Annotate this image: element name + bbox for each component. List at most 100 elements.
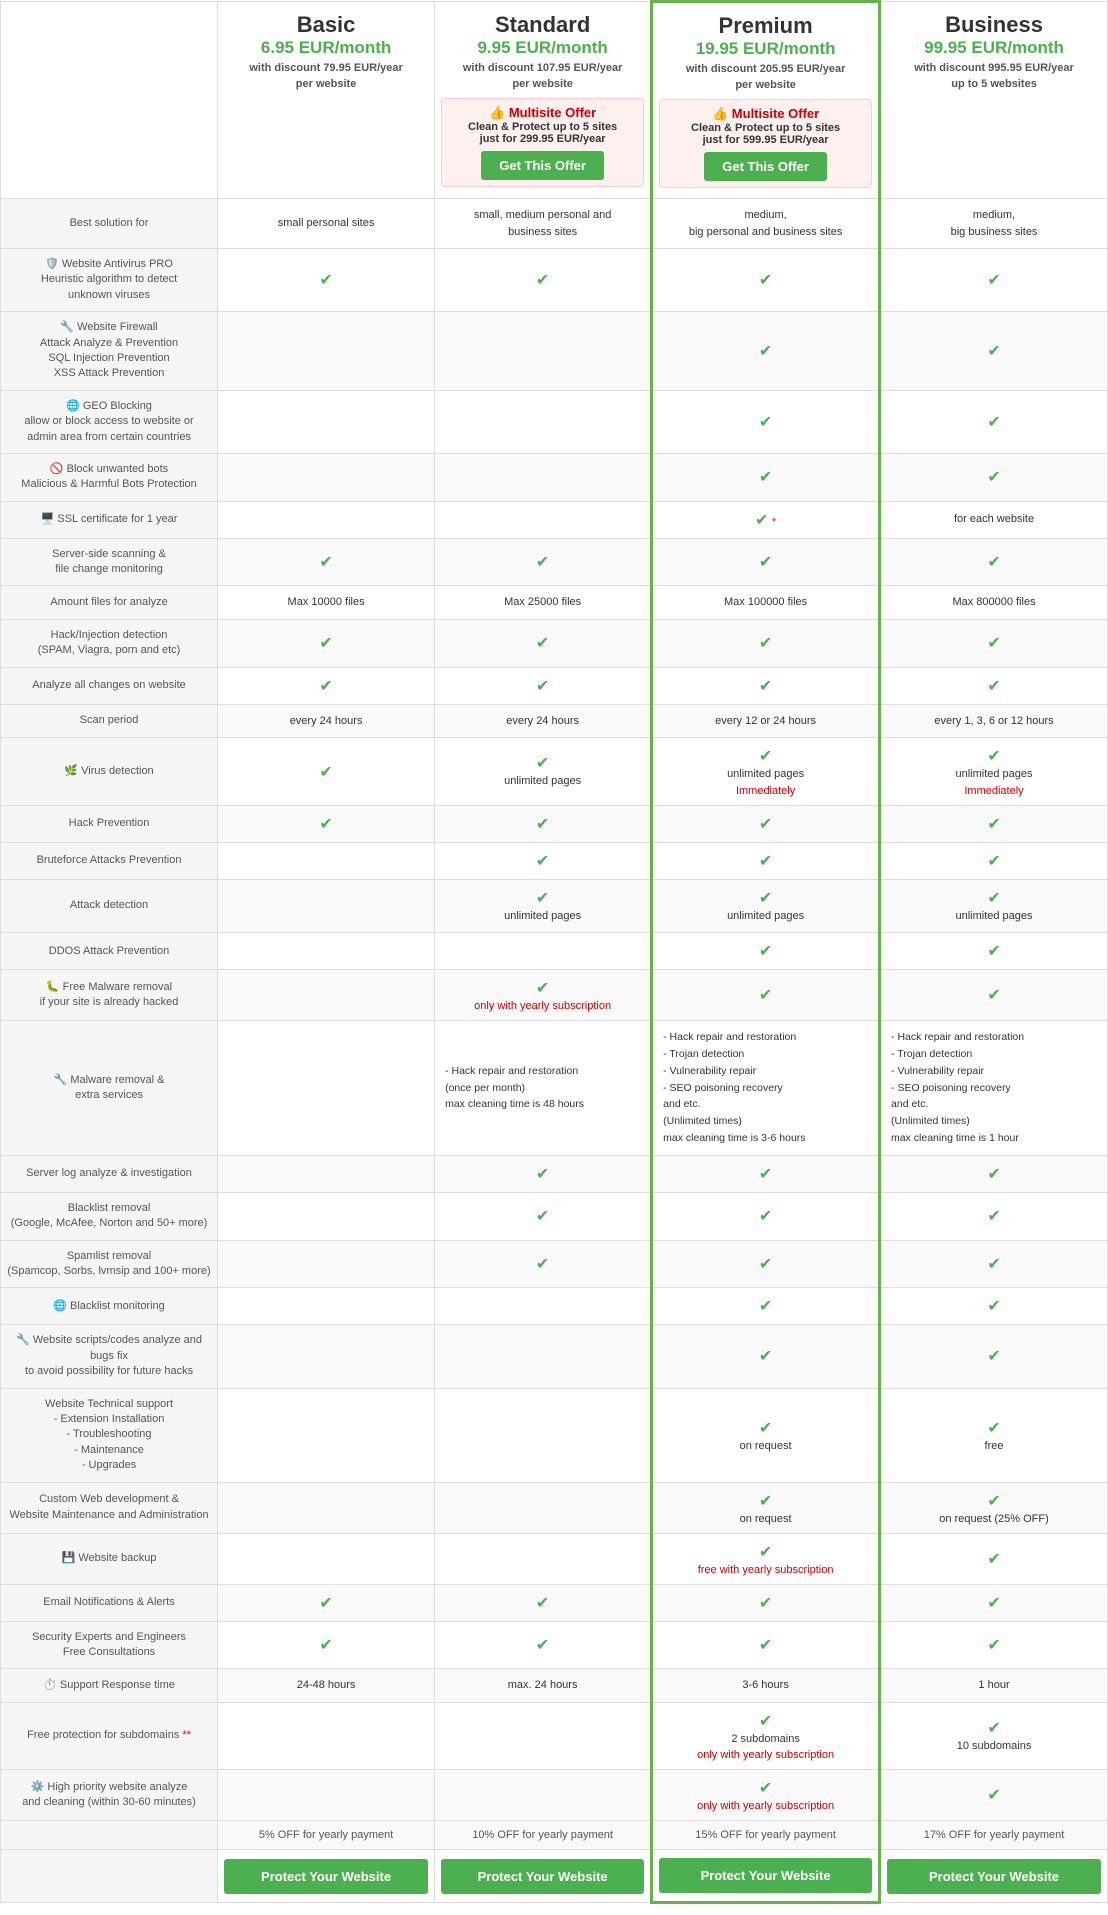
standard-multisite-price: just for 299.95 EUR/year: [448, 133, 637, 145]
standard-multisite-offer: 👍 Multisite Offer Clean & Protect up to …: [441, 98, 644, 187]
feature-files: Amount files for analyze: [1, 586, 218, 620]
premium-malware-removal: - Hack repair and restoration- Trojan de…: [652, 1021, 880, 1156]
basic-discount: 5% OFF for yearly payment: [218, 1821, 435, 1850]
premium-bots: ✔: [652, 453, 880, 501]
row-bots: 🚫 Block unwanted botsMalicious & Harmful…: [1, 453, 1108, 501]
row-ddos: DDOS Attack Prevention ✔ ✔: [1, 933, 1108, 970]
row-scripts-analyze: 🔧 Website scripts/codes analyze and bugs…: [1, 1325, 1108, 1388]
basic-ddos: [218, 933, 435, 970]
standard-subdomains: [435, 1702, 652, 1770]
standard-bruteforce: ✔: [435, 842, 652, 879]
business-virus-detection: ✔unlimited pagesImmediately: [880, 738, 1108, 806]
basic-security-experts: ✔: [218, 1621, 435, 1669]
feature-antivirus: 🛡️ Website Antivirus PROHeuristic algori…: [1, 249, 218, 312]
basic-protect-button[interactable]: Protect Your Website: [224, 1859, 428, 1894]
feature-support-response: ⏱️ Support Response time: [1, 1669, 218, 1703]
business-scripts-analyze: ✔: [880, 1325, 1108, 1388]
feature-server-log: Server log analyze & investigation: [1, 1155, 218, 1192]
premium-tech-support: ✔on request: [652, 1388, 880, 1482]
business-best-solution: medium,big business sites: [880, 199, 1108, 249]
standard-blacklist-monitoring: [435, 1288, 652, 1325]
business-scan-period: every 1, 3, 6 or 12 hours: [880, 704, 1108, 738]
feature-firewall: 🔧 Website FirewallAttack Analyze & Preve…: [1, 312, 218, 391]
standard-multisite-title: 👍 Multisite Offer: [448, 105, 637, 121]
row-server-log: Server log analyze & investigation ✔ ✔ ✔: [1, 1155, 1108, 1192]
standard-protect-cell: Protect Your Website: [435, 1850, 652, 1903]
feature-analyze-changes: Analyze all changes on website: [1, 667, 218, 704]
premium-blacklist-monitoring: ✔: [652, 1288, 880, 1325]
feature-email-notifications: Email Notifications & Alerts: [1, 1584, 218, 1621]
business-plan-price: 99.95 EUR/month: [887, 38, 1101, 58]
business-protect-button[interactable]: Protect Your Website: [887, 1859, 1101, 1894]
business-blacklist-monitoring: ✔: [880, 1288, 1108, 1325]
basic-files: Max 10000 files: [218, 586, 435, 620]
premium-security-experts: ✔: [652, 1621, 880, 1669]
premium-ddos: ✔: [652, 933, 880, 970]
premium-best-solution: medium,big personal and business sites: [652, 199, 880, 249]
premium-header: Premium 19.95 EUR/month with discount 20…: [652, 2, 880, 199]
premium-spamlist-removal: ✔: [652, 1240, 880, 1288]
basic-attack-detection: [218, 879, 435, 933]
basic-plan-price: 6.95 EUR/month: [224, 38, 428, 58]
standard-malware-removal: - Hack repair and restoration(once per m…: [435, 1021, 652, 1156]
standard-files: Max 25000 files: [435, 586, 652, 620]
business-hack-prevention: ✔: [880, 805, 1108, 842]
basic-free-malware: [218, 970, 435, 1021]
feature-best-solution: Best solution for: [1, 199, 218, 249]
row-attack-detection: Attack detection ✔unlimited pages ✔unlim…: [1, 879, 1108, 933]
standard-blacklist-removal: ✔: [435, 1192, 652, 1240]
basic-bots: [218, 453, 435, 501]
standard-antivirus: ✔: [435, 249, 652, 312]
premium-scan-period: every 12 or 24 hours: [652, 704, 880, 738]
standard-header: Standard 9.95 EUR/month with discount 10…: [435, 2, 652, 199]
row-server-scanning: Server-side scanning &file change monito…: [1, 538, 1108, 586]
standard-protect-button[interactable]: Protect Your Website: [441, 1859, 644, 1894]
standard-ddos: [435, 933, 652, 970]
standard-hack-detection: ✔: [435, 619, 652, 667]
premium-bruteforce: ✔: [652, 842, 880, 879]
standard-multisite-desc: Clean & Protect up to 5 sites: [448, 121, 637, 133]
basic-header: Basic 6.95 EUR/month with discount 79.95…: [218, 2, 435, 199]
business-support-response: 1 hour: [880, 1669, 1108, 1703]
premium-multisite-title: 👍 Multisite Offer: [666, 106, 865, 122]
standard-best-solution: small, medium personal andbusiness sites: [435, 199, 652, 249]
standard-get-offer-button[interactable]: Get This Offer: [481, 151, 604, 180]
premium-multisite-desc: Clean & Protect up to 5 sites: [666, 122, 865, 134]
row-analyze-changes: Analyze all changes on website ✔ ✔ ✔ ✔: [1, 667, 1108, 704]
standard-bots: [435, 453, 652, 501]
standard-server-log: ✔: [435, 1155, 652, 1192]
basic-plan-discount2: per website: [224, 78, 428, 90]
premium-free-malware: ✔: [652, 970, 880, 1021]
row-virus-detection: 🌿 Virus detection ✔ ✔unlimited pages ✔un…: [1, 738, 1108, 806]
feature-scan-period: Scan period: [1, 704, 218, 738]
feature-spamlist-removal: Spamlist removal(Spamcop, Sorbs, lvmsip …: [1, 1240, 218, 1288]
basic-support-response: 24-48 hours: [218, 1669, 435, 1703]
business-malware-removal: - Hack repair and restoration- Trojan de…: [880, 1021, 1108, 1156]
premium-plan-discount: with discount 205.95 EUR/year: [659, 63, 872, 75]
premium-virus-detection: ✔unlimited pagesImmediately: [652, 738, 880, 806]
business-header: Business 99.95 EUR/month with discount 9…: [880, 2, 1108, 199]
business-free-malware: ✔: [880, 970, 1108, 1021]
business-firewall: ✔: [880, 312, 1108, 391]
feature-blacklist-monitoring: 🌐 Blacklist monitoring: [1, 1288, 218, 1325]
standard-backup: [435, 1533, 652, 1584]
basic-server-scanning: ✔: [218, 538, 435, 586]
premium-discount: 15% OFF for yearly payment: [652, 1821, 880, 1850]
premium-hack-prevention: ✔: [652, 805, 880, 842]
premium-hack-detection: ✔: [652, 619, 880, 667]
premium-multisite-offer: 👍 Multisite Offer Clean & Protect up to …: [659, 99, 872, 188]
premium-get-offer-button[interactable]: Get This Offer: [704, 152, 827, 181]
feature-malware-removal: 🔧 Malware removal &extra services: [1, 1021, 218, 1156]
basic-virus-detection: ✔: [218, 738, 435, 806]
feature-web-dev: Custom Web development &Website Maintena…: [1, 1482, 218, 1533]
basic-plan-discount: with discount 79.95 EUR/year: [224, 62, 428, 74]
basic-antivirus: ✔: [218, 249, 435, 312]
row-geo-blocking: 🌐 GEO Blockingallow or block access to w…: [1, 390, 1108, 453]
basic-hack-detection: ✔: [218, 619, 435, 667]
row-support-response: ⏱️ Support Response time 24-48 hours max…: [1, 1669, 1108, 1703]
premium-backup: ✔free with yearly subscription: [652, 1533, 880, 1584]
premium-protect-button[interactable]: Protect Your Website: [659, 1858, 872, 1893]
basic-spamlist-removal: [218, 1240, 435, 1288]
standard-server-scanning: ✔: [435, 538, 652, 586]
row-hack-prevention: Hack Prevention ✔ ✔ ✔ ✔: [1, 805, 1108, 842]
